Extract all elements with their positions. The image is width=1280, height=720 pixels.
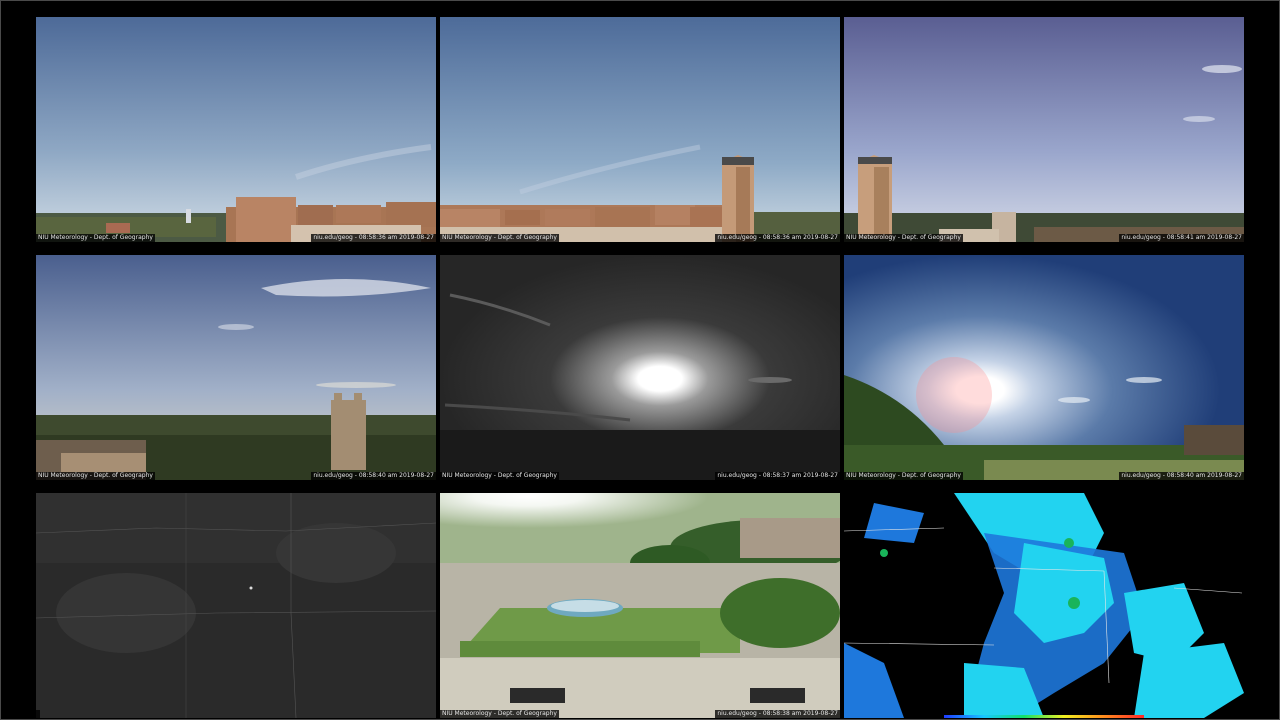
- tile-webcam-sun-mono[interactable]: NIU Meteorology - Dept. of Geography niu…: [440, 255, 840, 480]
- webcam-north-image: [36, 17, 436, 242]
- webcam-north-caption-left: NIU Meteorology - Dept. of Geography: [36, 234, 155, 242]
- webcam-north-caption-right: niu.edu/geog - 08:58:36 am 2019-08-27: [311, 234, 436, 242]
- tile-webcam-courtyard[interactable]: NIU Meteorology - Dept. of Geography niu…: [440, 493, 840, 718]
- tile-webcam-north[interactable]: NIU Meteorology - Dept. of Geography niu…: [36, 17, 436, 242]
- tile-radar-mosaic[interactable]: [844, 493, 1244, 718]
- webcam-sun-mono-caption-left: NIU Meteorology - Dept. of Geography: [440, 472, 559, 480]
- webcam-west-image: [36, 255, 436, 480]
- webcam-courtyard-image: [440, 493, 840, 718]
- radar-color-legend: [944, 715, 1144, 718]
- webcam-northeast-caption-left: NIU Meteorology - Dept. of Geography: [440, 234, 559, 242]
- webcam-sun-color-caption-left: NIU Meteorology - Dept. of Geography: [844, 472, 963, 480]
- tile-satellite-visible[interactable]: [36, 493, 436, 718]
- webcam-east-image: [844, 17, 1244, 242]
- webcam-northeast-image: [440, 17, 840, 242]
- webcam-sun-color-image: [844, 255, 1244, 480]
- satellite-visible-image: [36, 493, 436, 718]
- webcam-courtyard-caption-right: niu.edu/geog - 08:58:38 am 2019-08-27: [715, 710, 840, 718]
- webcam-west-caption-right: niu.edu/geog - 08:58:40 am 2019-08-27: [311, 472, 436, 480]
- webcam-northeast-caption-right: niu.edu/geog - 08:58:36 am 2019-08-27: [715, 234, 840, 242]
- webcam-courtyard-caption-left: NIU Meteorology - Dept. of Geography: [440, 710, 559, 718]
- satellite-visible-caption-left: [36, 710, 40, 718]
- webcam-east-caption-left: NIU Meteorology - Dept. of Geography: [844, 234, 963, 242]
- webcam-west-caption-left: NIU Meteorology - Dept. of Geography: [36, 472, 155, 480]
- webcam-sun-color-caption-right: niu.edu/geog - 08:58:40 am 2019-08-27: [1119, 472, 1244, 480]
- tile-webcam-northeast[interactable]: NIU Meteorology - Dept. of Geography niu…: [440, 17, 840, 242]
- radar-mosaic-image: [844, 493, 1244, 718]
- webcam-sun-mono-image: [440, 255, 840, 480]
- tile-webcam-east[interactable]: NIU Meteorology - Dept. of Geography niu…: [844, 17, 1244, 242]
- tile-webcam-sun-color[interactable]: NIU Meteorology - Dept. of Geography niu…: [844, 255, 1244, 480]
- webcam-sun-mono-caption-right: niu.edu/geog - 08:58:37 am 2019-08-27: [715, 472, 840, 480]
- webcam-east-caption-right: niu.edu/geog - 08:58:41 am 2019-08-27: [1119, 234, 1244, 242]
- tile-webcam-west[interactable]: NIU Meteorology - Dept. of Geography niu…: [36, 255, 436, 480]
